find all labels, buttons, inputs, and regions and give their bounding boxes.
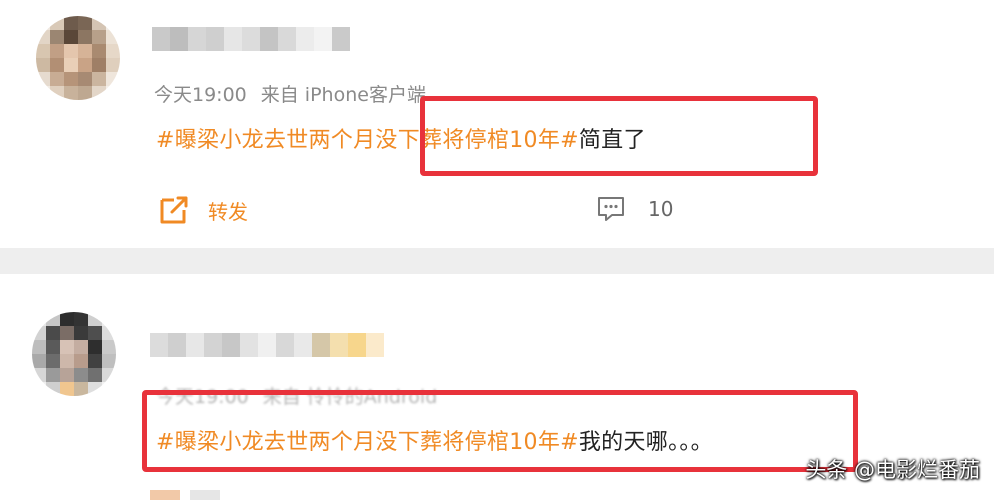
- red-highlight-box: [142, 390, 858, 472]
- next-row-peek: [150, 490, 220, 500]
- post-time: 今天19:00: [154, 84, 247, 106]
- comment-count: 10: [648, 197, 674, 221]
- comment-button[interactable]: 10: [596, 194, 673, 224]
- share-square-icon: [160, 196, 188, 224]
- red-highlight-box: [420, 96, 818, 176]
- post-divider: [0, 248, 994, 274]
- repost-label: 转发: [208, 199, 248, 224]
- username-blur-blocks: [152, 27, 350, 51]
- repost-button[interactable]: 转发: [156, 192, 248, 228]
- watermark: 头条 @电影烂番茄: [805, 458, 980, 482]
- post-meta: 今天19:00 来自 iPhone客户端: [154, 80, 440, 107]
- post-source: 来自 iPhone客户端: [260, 84, 426, 106]
- avatar[interactable]: [32, 312, 116, 396]
- comment-bubble-icon: [598, 197, 624, 221]
- post-card-1: 今天19:00 来自 iPhone客户端 #曝梁小龙去世两个月没下葬将停棺10年#…: [0, 0, 994, 248]
- username-blur-blocks: [150, 333, 384, 357]
- avatar[interactable]: [36, 16, 120, 100]
